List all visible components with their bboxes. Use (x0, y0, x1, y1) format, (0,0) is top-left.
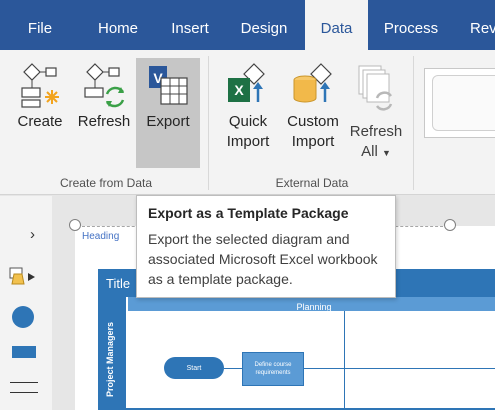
selection-handle[interactable] (444, 219, 456, 231)
custom-import-icon (293, 63, 332, 103)
page-heading[interactable]: Heading (82, 231, 119, 242)
group-label-create-from-data: Create from Data (59, 176, 153, 190)
phase-divider (344, 311, 345, 410)
ribbon: Create Refresh V Export Create from Data… (0, 50, 495, 195)
quick-import-line2: Import (226, 133, 270, 150)
swimlane-header: Project Managers (100, 297, 126, 410)
circle-shape-icon[interactable] (12, 306, 34, 328)
tab-home[interactable]: Home (86, 0, 150, 50)
quick-import-button[interactable]: X Quick Import (218, 58, 278, 158)
create-button[interactable]: Create (10, 58, 70, 138)
group-separator (208, 56, 209, 190)
connector-process-out (304, 368, 495, 369)
line-shape-icon[interactable] (10, 382, 38, 383)
tooltip-title: Export as a Template Package (148, 205, 349, 221)
gallery-thumbnail (432, 75, 495, 131)
export-button[interactable]: V Export (136, 58, 200, 168)
swimlane-label[interactable]: Project Managers (105, 322, 115, 397)
process-label: Define course requirements (254, 362, 292, 376)
tab-process[interactable]: Process (376, 0, 446, 50)
connector-start-process (224, 368, 242, 369)
refresh-label: Refresh (77, 113, 131, 130)
tab-insert[interactable]: Insert (160, 0, 220, 50)
line-shape-icon-2[interactable] (10, 392, 38, 393)
tab-review[interactable]: Revi (460, 0, 495, 50)
phase-label[interactable]: Planning (296, 302, 331, 312)
refresh-button[interactable]: Refresh (73, 58, 135, 138)
ribbon-tab-bar: File Home Insert Design Data Process Rev… (0, 0, 495, 50)
shapes-panel-icon[interactable] (8, 266, 38, 288)
tab-data[interactable]: Data (305, 0, 368, 50)
group-separator-2 (413, 56, 414, 190)
process-shape[interactable]: Define course requirements (242, 352, 304, 386)
custom-import-line1: Custom (287, 113, 339, 130)
selection-handle[interactable] (69, 219, 81, 231)
refresh-all-icon (358, 65, 393, 111)
export-label: Export (146, 113, 190, 130)
custom-import-line2: Import (291, 133, 335, 150)
custom-import-button[interactable]: Custom Import (282, 58, 344, 158)
refresh-diagram-icon (84, 63, 125, 108)
refresh-all-button[interactable]: Refresh All ▼ (348, 58, 404, 168)
data-graphics-gallery[interactable] (424, 68, 495, 138)
start-label: Start (186, 365, 202, 372)
shapes-panel: › (0, 196, 52, 410)
rectangle-shape-icon[interactable] (12, 346, 36, 358)
chevron-down-icon: ▼ (381, 148, 391, 158)
tooltip-body: Export the selected diagram and associat… (148, 231, 378, 287)
svg-text:X: X (234, 82, 244, 98)
quick-import-line1: Quick (228, 113, 268, 130)
create-label: Create (17, 113, 63, 130)
create-diagram-icon (21, 63, 59, 108)
group-label-external-data: External Data (275, 176, 349, 190)
tab-design[interactable]: Design (230, 0, 298, 50)
phase-header: Planning (128, 297, 495, 312)
export-template-icon: V (149, 66, 188, 105)
start-shape[interactable]: Start (164, 357, 224, 379)
flowchart-title[interactable]: Title (106, 276, 130, 291)
quick-import-icon: X (228, 63, 265, 102)
refresh-all-label: All (361, 143, 378, 160)
tab-file[interactable]: File (14, 0, 66, 50)
refresh-all-line2: All ▼ (348, 142, 404, 163)
chevron-right-icon[interactable]: › (30, 226, 35, 243)
refresh-all-line1: Refresh (349, 123, 403, 140)
export-tooltip: Export as a Template Package Export the … (136, 195, 396, 298)
